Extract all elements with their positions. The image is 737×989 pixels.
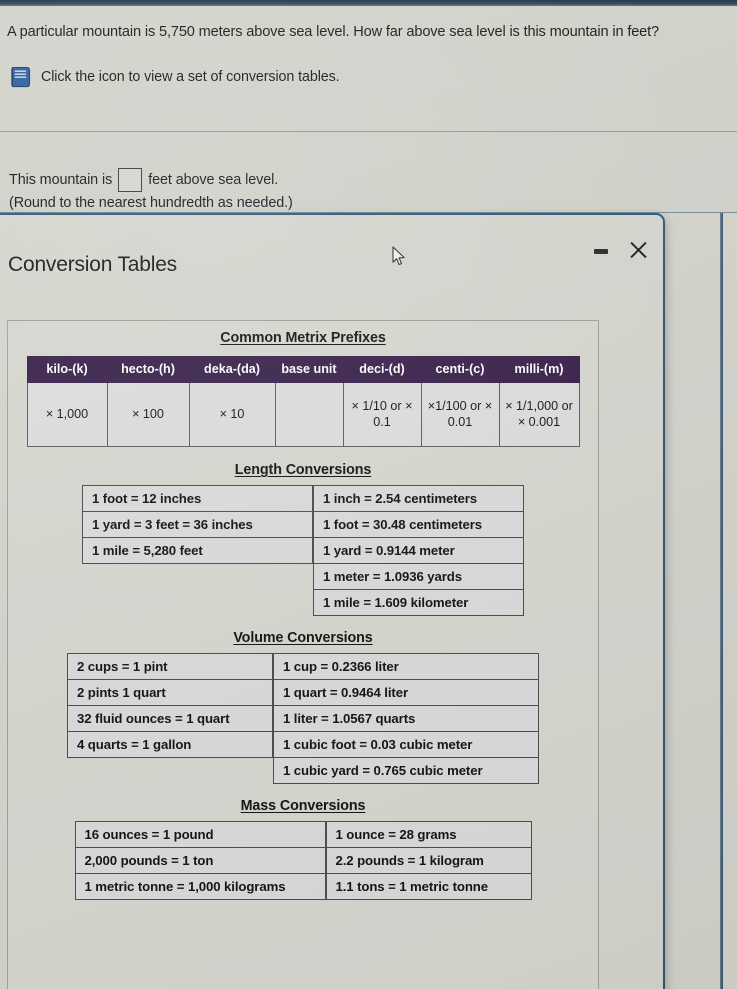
- metric-header-deci: deci-(d): [342, 355, 422, 384]
- table-row: 1 foot = 30.48 centimeters: [313, 511, 524, 539]
- metric-value-hecto: × 100: [106, 382, 190, 448]
- table-row: 1 ounce = 28 grams: [325, 821, 532, 849]
- length-right-row-0: 1 inch = 2.54 centimeters: [313, 485, 524, 513]
- length-left-row-1: 1 yard = 3 feet = 36 inches: [82, 511, 313, 539]
- table-row: 1 cubic foot = 0.03 cubic meter: [273, 731, 539, 759]
- answer-prefix-label: This mountain is: [9, 172, 113, 188]
- mass-right-row-1: 2.2 pounds = 1 kilogram: [325, 847, 532, 875]
- table-row: 1 yard = 3 feet = 36 inches: [82, 511, 313, 539]
- table-row: 1 liter = 1.0567 quarts: [273, 705, 539, 733]
- question-area: A particular mountain is 5,750 meters ab…: [0, 6, 737, 219]
- mass-conversions-title: Mass Conversions: [240, 798, 366, 815]
- table-row: 1 yard = 0.9144 meter: [313, 537, 524, 565]
- table-row: 2 pints 1 quart: [67, 679, 273, 707]
- table-row: 4 quarts = 1 gallon: [67, 731, 273, 759]
- length-right-table: 1 inch = 2.54 centimeters 1 foot = 30.48…: [313, 485, 524, 617]
- dialog-title: Conversion Tables: [8, 253, 177, 276]
- volume-right-table: 1 cup = 0.2366 liter 1 quart = 0.9464 li…: [273, 653, 539, 785]
- mass-left-row-0: 16 ounces = 1 pound: [74, 821, 326, 849]
- table-row: 1 meter = 1.0936 yards: [313, 563, 524, 591]
- metric-value-deci: × 1/10 or × 0.1: [342, 382, 422, 448]
- metric-value-milli: × 1/1,000 or × 0.001: [498, 382, 580, 448]
- metric-header-kilo: kilo-(k): [26, 355, 108, 384]
- metric-prefixes-title: Common Metrix Prefixes: [220, 330, 386, 346]
- table-row: 1 mile = 1.609 kilometer: [313, 589, 524, 617]
- metric-value-kilo: × 1,000: [26, 382, 108, 448]
- metric-prefixes-value-row: × 1,000 × 100 × 10 × 1/10 or × 0.1 ×1/10…: [26, 382, 580, 448]
- volume-conversions-title: Volume Conversions: [233, 630, 373, 647]
- answer-sentence: This mountain is feet above sea level.: [9, 168, 278, 192]
- close-icon[interactable]: [629, 241, 647, 259]
- mass-right-row-2: 1.1 tons = 1 metric tonne: [325, 873, 532, 901]
- length-conversions-title: Length Conversions: [234, 462, 372, 479]
- volume-right-row-1: 1 quart = 0.9464 liter: [273, 679, 539, 707]
- table-row: 1 inch = 2.54 centimeters: [313, 485, 524, 513]
- metric-prefixes-table: kilo-(k) hecto-(h) deka-(da) base unit d…: [26, 355, 580, 448]
- screen-right-bezel: [720, 213, 723, 989]
- volume-left-row-1: 2 pints 1 quart: [67, 679, 273, 707]
- table-row: 2 cups = 1 pint: [67, 653, 273, 681]
- length-left-row-0: 1 foot = 12 inches: [82, 485, 313, 513]
- table-row: 2,000 pounds = 1 ton: [74, 847, 326, 875]
- conversion-tables-dialog: Conversion Tables Common Metrix Prefixes…: [0, 213, 665, 989]
- metric-header-base-unit: base unit: [274, 355, 344, 384]
- metric-prefixes-header-row: kilo-(k) hecto-(h) deka-(da) base unit d…: [26, 355, 580, 384]
- length-right-row-2: 1 yard = 0.9144 meter: [313, 537, 524, 565]
- metric-header-hecto: hecto-(h): [106, 355, 190, 384]
- table-row: 16 ounces = 1 pound: [74, 821, 326, 849]
- volume-left-table: 2 cups = 1 pint 2 pints 1 quart 32 fluid…: [67, 653, 273, 759]
- table-row: 1 quart = 0.9464 liter: [273, 679, 539, 707]
- table-row: 1.1 tons = 1 metric tonne: [325, 873, 532, 901]
- metric-value-base-unit: [274, 382, 344, 448]
- minimize-icon[interactable]: [594, 242, 609, 258]
- conversion-tables-link[interactable]: Click the icon to view a set of conversi…: [10, 66, 340, 88]
- volume-left-row-3: 4 quarts = 1 gallon: [67, 731, 273, 759]
- table-row: 1 metric tonne = 1,000 kilograms: [74, 873, 326, 901]
- metric-header-centi: centi-(c): [420, 355, 500, 384]
- length-right-row-4: 1 mile = 1.609 kilometer: [313, 589, 524, 617]
- length-right-row-1: 1 foot = 30.48 centimeters: [313, 511, 524, 539]
- table-row: 1 foot = 12 inches: [82, 485, 313, 513]
- metric-header-milli: milli-(m): [498, 355, 580, 384]
- mass-right-table: 1 ounce = 28 grams 2.2 pounds = 1 kilogr…: [325, 821, 532, 901]
- question-divider: [0, 131, 737, 132]
- length-left-table: 1 foot = 12 inches 1 yard = 3 feet = 36 …: [82, 485, 313, 565]
- mass-left-row-2: 1 metric tonne = 1,000 kilograms: [74, 873, 326, 901]
- volume-right-row-4: 1 cubic yard = 0.765 cubic meter: [273, 757, 539, 785]
- table-row: 1 mile = 5,280 feet: [82, 537, 313, 565]
- conversion-tables-link-label: Click the icon to view a set of conversi…: [41, 69, 340, 85]
- answer-suffix-label: feet above sea level.: [148, 172, 279, 188]
- volume-left-row-0: 2 cups = 1 pint: [67, 653, 273, 681]
- screen: A particular mountain is 5,750 meters ab…: [0, 0, 737, 989]
- answer-input[interactable]: [118, 168, 143, 192]
- table-row: 2.2 pounds = 1 kilogram: [325, 847, 532, 875]
- metric-header-deka: deka-(da): [188, 355, 276, 384]
- question-prompt: A particular mountain is 5,750 meters ab…: [7, 24, 660, 40]
- volume-left-row-2: 32 fluid ounces = 1 quart: [67, 705, 273, 733]
- mass-right-row-0: 1 ounce = 28 grams: [325, 821, 532, 849]
- metric-value-centi: ×1/100 or × 0.01: [420, 382, 500, 448]
- conversion-tables-content: Common Metrix Prefixes kilo-(k) hecto-(h…: [7, 320, 599, 989]
- volume-right-row-3: 1 cubic foot = 0.03 cubic meter: [273, 731, 539, 759]
- volume-right-row-0: 1 cup = 0.2366 liter: [273, 653, 539, 681]
- volume-right-row-2: 1 liter = 1.0567 quarts: [273, 705, 539, 733]
- desktop-background-right: [657, 213, 737, 989]
- length-left-row-2: 1 mile = 5,280 feet: [82, 537, 313, 565]
- table-row: 1 cubic yard = 0.765 cubic meter: [273, 757, 539, 785]
- rounding-note: (Round to the nearest hundredth as neede…: [9, 195, 293, 211]
- length-right-row-3: 1 meter = 1.0936 yards: [313, 563, 524, 591]
- table-row: 1 cup = 0.2366 liter: [273, 653, 539, 681]
- table-row: 32 fluid ounces = 1 quart: [67, 705, 273, 733]
- metric-value-deka: × 10: [188, 382, 276, 448]
- mass-left-row-1: 2,000 pounds = 1 ton: [74, 847, 326, 875]
- book-icon[interactable]: [10, 66, 31, 88]
- mass-left-table: 16 ounces = 1 pound 2,000 pounds = 1 ton…: [74, 821, 326, 901]
- window-controls: [594, 241, 647, 259]
